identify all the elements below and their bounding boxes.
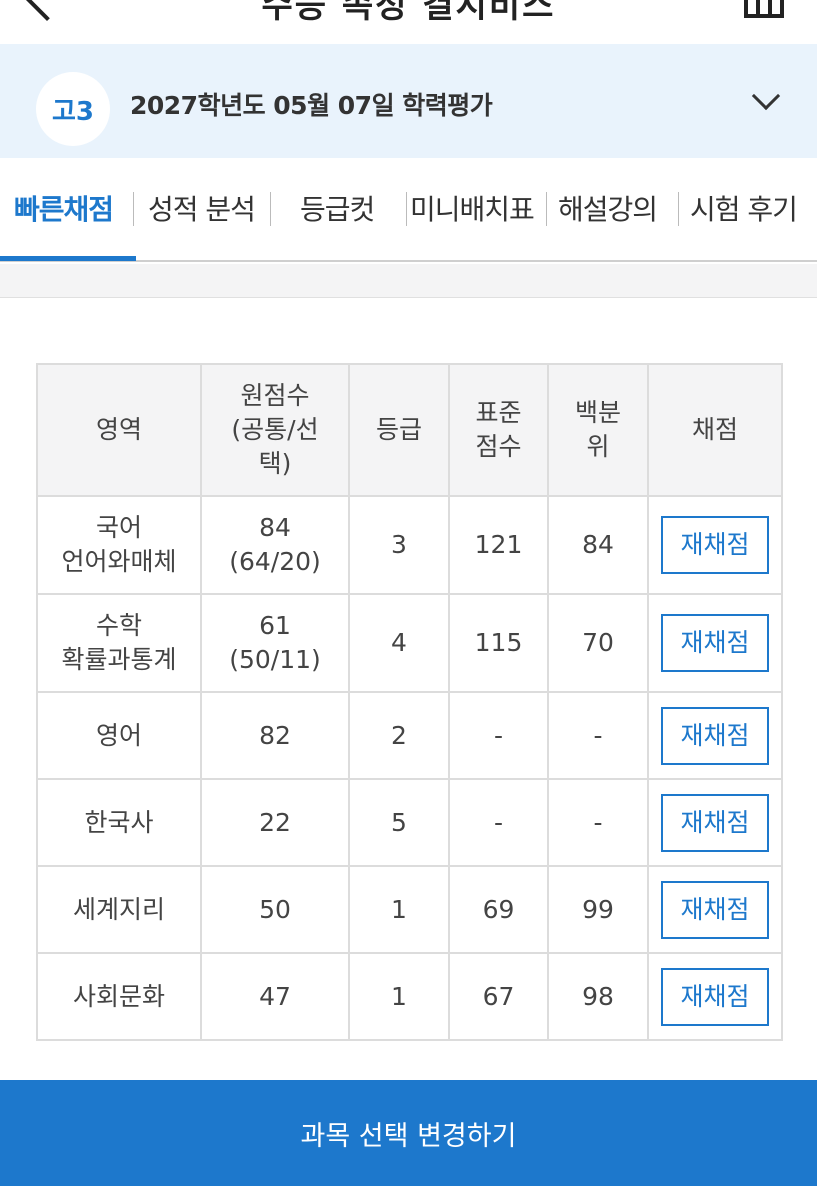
standard-score-cell: - [448,691,549,780]
section-divider [0,264,817,298]
tab-bar: 빠른채점 성적 분석 등급컷 미니배치표 해설강의 시험 후기 [0,158,817,262]
rescore-button[interactable]: 재채점 [661,793,769,852]
scoring-cell: 재채점 [647,865,783,954]
raw-score-cell: 22 [200,778,350,867]
scoring-cell: 재채점 [647,952,783,1041]
raw-score-cell: 84 (64/20) [200,495,350,595]
area-cell: 영어 [36,691,202,780]
header-area: 영역 [36,363,202,497]
scoring-cell: 재채점 [647,495,783,595]
tab-divider [546,192,547,226]
percentile-cell: 99 [547,865,649,954]
table-row: 국어 언어와매체 84 (64/20) 3 121 84 재채점 [36,495,783,595]
scoring-cell: 재채점 [647,691,783,780]
top-app-bar: 수능 속성 결시비스 [0,0,817,44]
scoring-cell: 재채점 [647,593,783,693]
grade-cell: 5 [348,778,450,867]
rescore-button[interactable]: 재채점 [661,967,769,1026]
raw-score-cell: 50 [200,865,350,954]
scoring-cell: 재채점 [647,778,783,867]
table-row: 세계지리 50 1 69 99 재채점 [36,865,783,954]
percentile-cell: 70 [547,593,649,693]
active-tab-indicator [0,256,136,261]
header-scoring: 채점 [647,363,783,497]
percentile-cell: 84 [547,495,649,595]
area-cell: 한국사 [36,778,202,867]
standard-score-cell: 121 [448,495,549,595]
tab-mini-placement[interactable]: 미니배치표 [410,188,535,228]
area-cell: 국어 언어와매체 [36,495,202,595]
table-row: 영어 82 2 - - 재채점 [36,691,783,780]
tab-review[interactable]: 시험 후기 [690,188,798,228]
raw-score-cell: 82 [200,691,350,780]
tab-divider [270,192,271,226]
table-row: 한국사 22 5 - - 재채점 [36,778,783,867]
home-icon[interactable] [738,0,790,18]
grade-cell: 1 [348,865,450,954]
exam-selector[interactable]: 고3 2027학년도 05월 07일 학력평가 [0,44,817,158]
change-subject-button[interactable]: 과목 선택 변경하기 [0,1080,817,1186]
exam-title: 2027학년도 05월 07일 학력평가 [130,91,493,120]
percentile-cell: 98 [547,952,649,1041]
app-title: 수능 속성 결시비스 [261,0,556,26]
tab-quick-scoring[interactable]: 빠른채점 [14,188,114,228]
tab-grade-cut[interactable]: 등급컷 [300,188,375,228]
tab-divider [678,192,679,226]
grade-cell: 1 [348,952,450,1041]
standard-score-cell: 69 [448,865,549,954]
grade-cell: 2 [348,691,450,780]
table-row: 사회문화 47 1 67 98 재채점 [36,952,783,1041]
header-standard-score: 표준 점수 [448,363,549,497]
header-raw-score: 원점수 (공통/선 택) [200,363,350,497]
grade-cell: 3 [348,495,450,595]
raw-score-cell: 47 [200,952,350,1041]
percentile-cell: - [547,691,649,780]
tab-divider [406,192,407,226]
rescore-button[interactable]: 재채점 [661,614,769,672]
standard-score-cell: 115 [448,593,549,693]
rescore-button[interactable]: 재채점 [661,706,769,765]
rescore-button[interactable]: 재채점 [661,516,769,574]
chevron-down-icon[interactable] [751,81,781,111]
header-percentile: 백분 위 [547,363,649,497]
table-row: 수학 확률과통계 61 (50/11) 4 115 70 재채점 [36,593,783,693]
area-cell: 사회문화 [36,952,202,1041]
area-cell: 수학 확률과통계 [36,593,202,693]
tab-divider [133,192,134,226]
rescore-button[interactable]: 재채점 [661,880,769,939]
grade-badge: 고3 [36,72,110,146]
grade-cell: 4 [348,593,450,693]
percentile-cell: - [547,778,649,867]
score-table: 영역 원점수 (공통/선 택) 등급 표준 점수 백분 위 채점 국어 언어와매체… [36,363,783,1041]
tab-lecture[interactable]: 해설강의 [558,188,658,228]
standard-score-cell: 67 [448,952,549,1041]
area-cell: 세계지리 [36,865,202,954]
standard-score-cell: - [448,778,549,867]
raw-score-cell: 61 (50/11) [200,593,350,693]
header-grade: 등급 [348,363,450,497]
tab-score-analysis[interactable]: 성적 분석 [148,188,256,228]
table-header-row: 영역 원점수 (공통/선 택) 등급 표준 점수 백분 위 채점 [36,363,783,497]
